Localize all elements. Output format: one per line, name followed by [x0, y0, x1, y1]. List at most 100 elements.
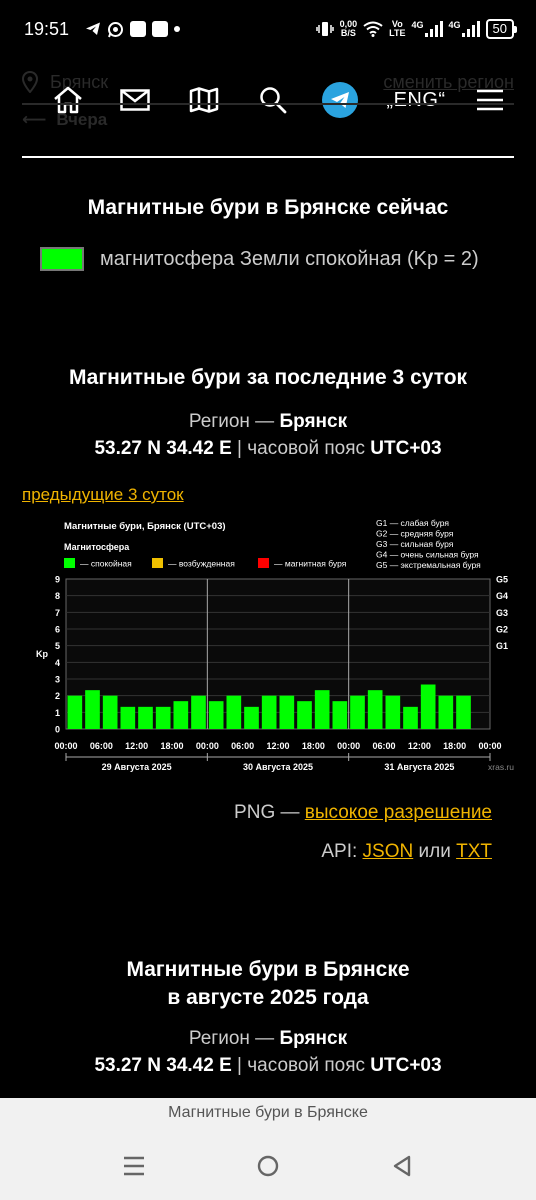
x-tick-label: 00:00	[337, 741, 360, 751]
august-coords-value: 53.27 N 34.42 E	[94, 1055, 232, 1076]
telegram-notification-icon	[86, 22, 101, 35]
x-tick-label: 06:00	[231, 741, 254, 751]
search-icon	[260, 87, 287, 114]
back-triangle-icon	[393, 1155, 411, 1177]
kp-bar	[456, 695, 471, 729]
kp-bar	[138, 706, 153, 729]
kp-bar	[155, 706, 171, 729]
hamburger-menu-icon	[477, 89, 503, 111]
august-coords-line: 53.27 N 34.42 E | часовой пояс UTC+03	[0, 1055, 536, 1077]
y-tick-label: 8	[55, 591, 60, 601]
home-circle-icon	[257, 1155, 279, 1177]
legend-label-2: — возбужденная	[168, 559, 235, 569]
mail-icon	[120, 89, 150, 111]
g-legend-4: G4 — очень сильная буря	[376, 550, 479, 560]
kp-bar	[332, 701, 348, 729]
wifi-icon	[363, 21, 383, 37]
kp-bar	[191, 695, 206, 729]
g-legend-2: G2 — средняя буря	[376, 529, 454, 539]
more-notifications-dot	[174, 26, 181, 32]
kp-bar	[173, 701, 189, 729]
chart-title: Магнитные бури, Брянск (UTC+03)	[64, 521, 226, 532]
august-region-label: Регион —	[188, 1028, 280, 1049]
x-tick-label: 06:00	[90, 741, 113, 751]
back-system-button[interactable]	[378, 1142, 426, 1190]
x-tick-label: 00:00	[54, 741, 77, 751]
y-axis-label: Kp	[36, 649, 48, 659]
chart-legend-title: Магнитосфера	[64, 542, 130, 552]
search-button[interactable]	[253, 76, 293, 124]
menu-button[interactable]	[470, 76, 510, 124]
volte-bottom: LTE	[389, 28, 406, 38]
x-tick-label: 00:00	[196, 741, 219, 751]
y-tick-label: 5	[55, 641, 60, 651]
home-button[interactable]	[48, 76, 88, 124]
volte-indicator: Vo LTE	[389, 20, 405, 38]
g-level-label: G3	[496, 608, 508, 618]
kp-bar	[102, 695, 118, 729]
x-tick-label: 06:00	[372, 741, 395, 751]
api-txt-link[interactable]: TXT	[456, 841, 492, 862]
vibrate-icon	[315, 22, 334, 36]
x-tick-label: 12:00	[266, 741, 289, 751]
y-tick-label: 9	[55, 575, 60, 585]
chart-source: xras.ru	[488, 762, 514, 772]
telegram-icon	[322, 82, 358, 118]
nav-underline	[22, 103, 514, 105]
png-line: PNG — высокое разрешение	[234, 802, 492, 824]
previous-3-days-link[interactable]: предыдущие 3 суток	[22, 485, 184, 505]
kp-bar	[385, 695, 401, 729]
legend-swatch-1	[64, 558, 75, 568]
recent-apps-button[interactable]	[110, 1142, 158, 1190]
map-icon	[189, 87, 219, 113]
x-tick-label: 18:00	[302, 741, 325, 751]
kp-bar	[261, 695, 277, 729]
signal-sim2: 4G	[449, 21, 480, 37]
day-label: 30 Августа 2025	[243, 762, 313, 772]
high-res-link[interactable]: высокое разрешение	[305, 802, 492, 823]
day-label: 31 Августа 2025	[384, 762, 454, 772]
timezone-label: | часовой пояс	[231, 438, 371, 459]
timezone-value: UTC+03	[370, 438, 442, 459]
signal-sim1: 4G	[412, 21, 443, 37]
mail-button[interactable]	[115, 76, 155, 124]
kp-bar	[403, 706, 418, 729]
g-legend-5: G5 — экстремальная буря	[376, 560, 481, 570]
g-legend-3: G3 — сильная буря	[376, 539, 454, 549]
legend-swatch-2	[152, 558, 163, 568]
august-section-title: Магнитные бури в Брянске в августе 2025 …	[0, 956, 536, 1012]
g-level-label: G5	[496, 575, 508, 585]
browser-bottom-bar: Магнитные бури в Брянске	[0, 1098, 536, 1200]
y-tick-label: 3	[55, 675, 60, 685]
api-or: или	[413, 841, 457, 862]
telegram-button[interactable]	[320, 76, 360, 124]
home-icon	[54, 86, 82, 114]
kp-bar	[314, 690, 330, 729]
g-legend-1: G1 — слабая буря	[376, 518, 449, 528]
signal-sim1-label: 4G	[411, 20, 424, 30]
legend-swatch-3	[258, 558, 269, 568]
g-level-label: G4	[496, 591, 508, 601]
kp-bar	[297, 701, 312, 729]
g-level-label: G2	[496, 625, 508, 635]
august-timezone-label: | часовой пояс	[231, 1055, 371, 1076]
now-section-title: Магнитные бури в Брянске сейчас	[87, 196, 449, 219]
browser-page-title[interactable]: Магнитные бури в Брянске	[0, 1104, 536, 1122]
net-speed: 0,00 B/S	[340, 20, 358, 38]
main-nav: „ENG“	[0, 76, 536, 124]
battery-indicator: 50	[485, 19, 518, 39]
kp-bar	[367, 690, 383, 729]
region-label: Регион —	[188, 411, 280, 432]
g-level-label: G1	[496, 641, 508, 651]
lang-switch-label: „ENG“	[386, 88, 446, 111]
map-button[interactable]	[184, 76, 224, 124]
august-region-line: Регион — Брянск	[0, 1028, 536, 1050]
home-system-button[interactable]	[244, 1142, 292, 1190]
coords-line: 53.27 N 34.42 E | часовой пояс UTC+03	[0, 438, 536, 460]
api-json-link[interactable]: JSON	[363, 841, 414, 862]
legend-label-1: — спокойная	[80, 559, 132, 569]
lang-switch[interactable]: „ENG“	[384, 76, 448, 124]
kp-bar	[208, 701, 224, 729]
net-speed-unit: B/S	[340, 28, 356, 38]
recent-apps-icon	[124, 1156, 144, 1176]
